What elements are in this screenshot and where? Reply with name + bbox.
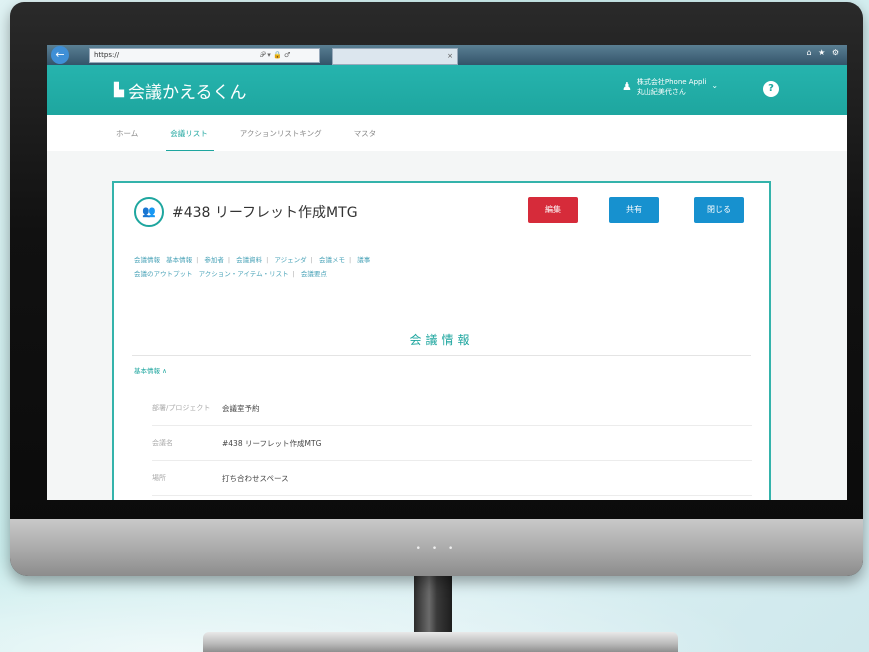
info-row: 部署/プロジェクト 会議室予約 (152, 391, 752, 426)
link-agenda[interactable]: アジェンダ (274, 256, 306, 264)
section-title: 会議情報 (409, 333, 474, 347)
row-value: #438 リーフレット作成MTG (222, 438, 322, 448)
section-links: 会議情報 基本情報 | 参加者 | 会議資料 | アジェンダ | 会議メモ | 議事 会議… (134, 256, 371, 278)
link-participants[interactable]: 参加者 (204, 256, 224, 264)
nav-master[interactable]: マスタ (352, 122, 379, 145)
user-menu[interactable]: ♟ 株式会社Phone Appli 丸山紀美代さん ⌄ (622, 77, 718, 97)
info-row: 場所 打ち合わせスペース (152, 461, 752, 496)
close-button[interactable]: 閉じる (694, 197, 744, 223)
help-button[interactable]: ? (763, 81, 779, 97)
row-label: 場所 (152, 474, 166, 482)
meeting-header: 👥 #438 リーフレット作成MTG (134, 197, 358, 227)
nav-meeting-list[interactable]: 会議リスト (166, 122, 214, 153)
group-icon: 👥 (134, 197, 164, 227)
nav-home[interactable]: ホーム (114, 122, 140, 145)
link-summary[interactable]: 会議要点 (301, 270, 327, 278)
monitor-chin: • • • (10, 519, 863, 576)
meeting-card: 👥 #438 リーフレット作成MTG 編集 共有 閉じる 会議情報 基本情報 | … (112, 181, 771, 500)
link-output[interactable]: 会議のアウトプット (134, 270, 193, 278)
link-action-list[interactable]: アクション・アイテム・リスト (199, 270, 289, 278)
app-header: ▙ 会議かえるくん ♟ 株式会社Phone Appli 丸山紀美代さん ⌄ ? (47, 65, 847, 115)
row-label: 部署/プロジェクト (152, 404, 211, 412)
link-basic-info[interactable]: 基本情報 (166, 256, 192, 264)
building-icon: ▙ (114, 82, 124, 98)
share-button[interactable]: 共有 (609, 197, 659, 223)
browser-tab[interactable]: × (332, 48, 458, 65)
monitor-indicator: • • • (415, 544, 458, 554)
row-value: 会議室予約 (222, 403, 260, 413)
browser-toolbar: ← https:// 𝒫 ▾ 🔒 ♂ × ⌂ ★ ⚙ (47, 45, 847, 65)
content-area: 👥 #438 リーフレット作成MTG 編集 共有 閉じる 会議情報 基本情報 | … (47, 151, 847, 500)
info-row: 会議名 #438 リーフレット作成MTG (152, 426, 752, 461)
link-meeting-info[interactable]: 会議情報 (134, 256, 160, 264)
main-nav: ホーム 会議リスト アクションリストキング マスタ (47, 115, 847, 153)
monitor-screen: ← https:// 𝒫 ▾ 🔒 ♂ × ⌂ ★ ⚙ ▙ 会議かえるくん ♟ 株… (47, 45, 847, 500)
chevron-down-icon: ⌄ (711, 81, 719, 90)
row-value: 打ち合わせスペース (222, 473, 289, 483)
window-controls[interactable]: ⌂ ★ ⚙ (806, 48, 841, 57)
row-label: 会議名 (152, 439, 173, 447)
back-button[interactable]: ← (51, 46, 69, 64)
address-controls[interactable]: 𝒫 ▾ 🔒 ♂ (260, 51, 290, 60)
app-logo[interactable]: ▙ 会議かえるくん (114, 78, 247, 103)
company-name: 株式会社Phone Appli (636, 78, 707, 86)
meeting-title: #438 リーフレット作成MTG (172, 205, 358, 221)
edit-button[interactable]: 編集 (528, 197, 578, 223)
info-rows: 部署/プロジェクト 会議室予約 会議名 #438 リーフレット作成MTG 場所 … (152, 391, 752, 496)
monitor-stand-base (203, 632, 678, 652)
basic-info-toggle[interactable]: 基本情報 ∧ (134, 365, 167, 375)
link-minutes[interactable]: 議事 (357, 256, 370, 264)
app-title: 会議かえるくん (128, 82, 247, 103)
divider (132, 355, 751, 356)
nav-action-tracking[interactable]: アクションリストキング (238, 122, 324, 145)
link-memo[interactable]: 会議メモ (319, 256, 345, 264)
monitor-stand-neck (414, 570, 452, 640)
link-materials[interactable]: 会議資料 (236, 256, 262, 264)
user-name: 丸山紀美代さん (636, 88, 686, 96)
user-icon: ♟ (622, 80, 632, 93)
